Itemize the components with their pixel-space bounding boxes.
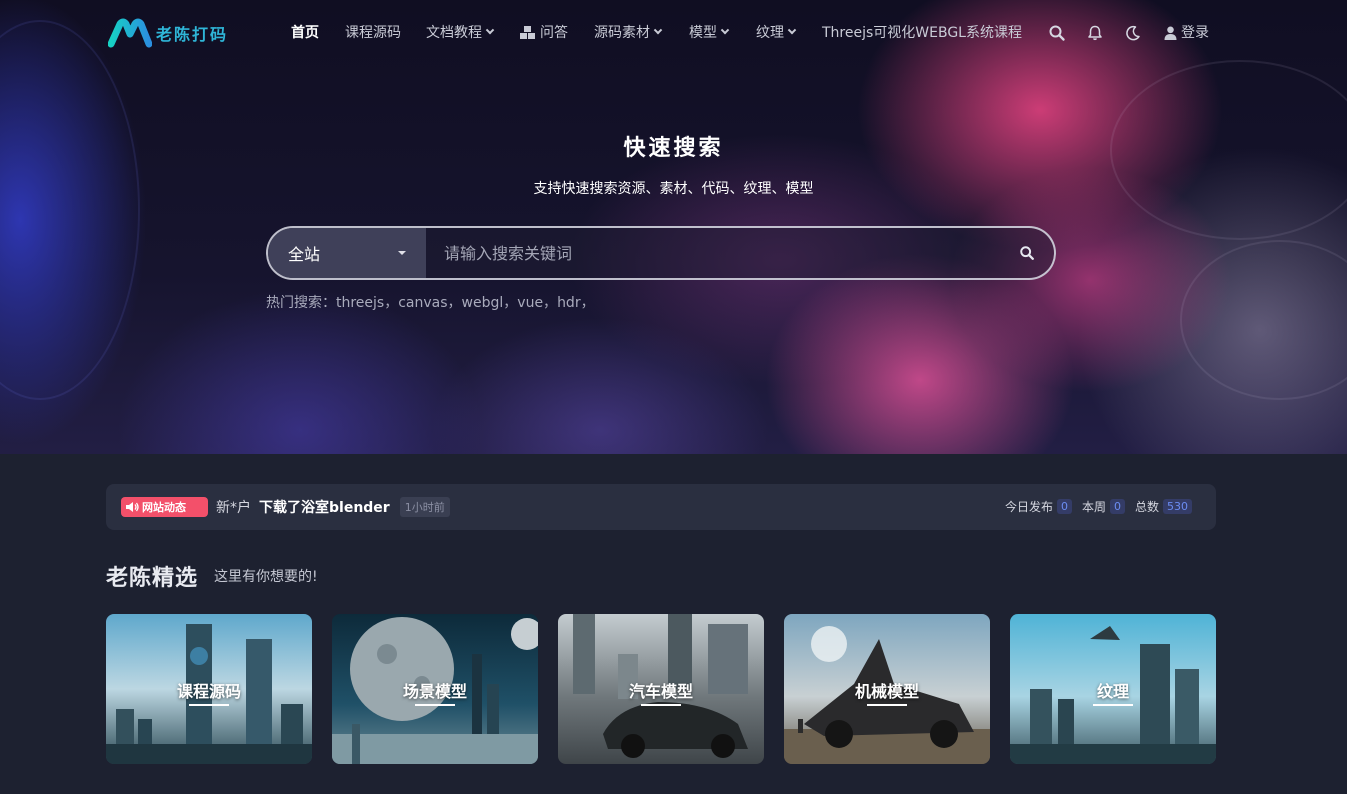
activity-user: 新*户 xyxy=(216,500,251,516)
category-card-scene-models[interactable]: 场景模型 xyxy=(332,614,538,764)
nav-docs[interactable]: 文档教程 xyxy=(426,22,495,44)
logo-mark-icon xyxy=(108,18,152,48)
user-icon xyxy=(1164,26,1177,40)
nav-source-assets[interactable]: 源码素材 xyxy=(594,22,663,44)
search-scope-select[interactable]: 全站 xyxy=(268,228,426,278)
nav-threejs-course[interactable]: Threejs可视化WEBGL系统课程 xyxy=(822,22,1022,44)
chevron-down-icon xyxy=(485,25,495,35)
hot-term-link[interactable]: webgl， xyxy=(462,292,518,312)
smoke-swirl xyxy=(0,20,140,400)
section-subtitle: 这里有你想要的! xyxy=(214,569,318,585)
post-stats: 今日发布 0 本周 0 总数 530 xyxy=(1005,498,1192,515)
search-icon[interactable] xyxy=(1048,24,1066,42)
card-label: 汽车模型 xyxy=(628,682,693,701)
search-icon xyxy=(1020,246,1034,260)
chevron-down-icon xyxy=(720,25,730,35)
nav-label: 文档教程 xyxy=(426,25,482,41)
hot-term-link[interactable]: threejs， xyxy=(336,292,398,312)
hot-search: 热门搜索： threejs， canvas， webgl， vue， hdr， xyxy=(266,292,595,312)
search-scope-value: 全站 xyxy=(288,245,321,264)
nav-home[interactable]: 首页 xyxy=(291,22,319,44)
activity-badge-label: 网站动态 xyxy=(142,501,186,514)
card-label: 纹理 xyxy=(1096,682,1129,701)
stat-value: 530 xyxy=(1163,499,1192,514)
nav-label: 首页 xyxy=(291,25,319,41)
category-card-textures[interactable]: 纹理 xyxy=(1010,614,1216,764)
hero-banner: 老陈打码 首页 课程源码 文档教程 问答 源码素材 模型 纹理 Threejs可… xyxy=(0,0,1347,454)
stat-value: 0 xyxy=(1056,499,1072,514)
nav-label: 问答 xyxy=(540,25,568,41)
card-underline xyxy=(641,704,681,706)
stat-label: 总数 xyxy=(1134,500,1159,514)
card-underline xyxy=(189,704,229,706)
moon-icon[interactable] xyxy=(1124,24,1142,42)
site-logo[interactable]: 老陈打码 xyxy=(108,18,228,48)
login-label: 登录 xyxy=(1181,25,1209,41)
hot-term-link[interactable]: canvas， xyxy=(398,292,461,312)
site-activity-ticker: 网站动态 新*户 下载了浴室blender 1小时前 今日发布 0 本周 0 总… xyxy=(106,484,1216,530)
nav-models[interactable]: 模型 xyxy=(689,22,730,44)
card-label: 课程源码 xyxy=(176,682,241,701)
chevron-down-icon xyxy=(653,25,663,35)
card-label: 场景模型 xyxy=(402,682,467,701)
stat-label: 本周 xyxy=(1081,500,1106,514)
nav-qa[interactable]: 问答 xyxy=(520,22,568,44)
card-underline xyxy=(1093,704,1133,706)
hot-term-link[interactable]: hdr， xyxy=(557,292,595,312)
speaker-icon xyxy=(126,502,139,512)
hot-term-link[interactable]: vue， xyxy=(517,292,557,312)
top-navbar: 老陈打码 首页 课程源码 文档教程 问答 源码素材 模型 纹理 Threejs可… xyxy=(0,0,1347,66)
hero-title: 快速搜索 xyxy=(623,136,724,161)
nav-label: Threejs可视化WEBGL系统课程 xyxy=(822,25,1022,41)
nav-label: 课程源码 xyxy=(345,25,401,41)
category-card-car-models[interactable]: 汽车模型 xyxy=(558,614,764,764)
activity-message[interactable]: 下载了浴室blender xyxy=(259,497,390,517)
cubes-icon xyxy=(520,26,535,39)
nav-course-source[interactable]: 课程源码 xyxy=(345,22,401,44)
card-underline xyxy=(415,704,455,706)
login-link[interactable]: 登录 xyxy=(1164,22,1209,44)
card-label: 机械模型 xyxy=(854,682,919,701)
nav-label: 模型 xyxy=(689,25,717,41)
nav-label: 纹理 xyxy=(756,25,784,41)
nav-label: 源码素材 xyxy=(594,25,650,41)
stat-label: 今日发布 xyxy=(1004,500,1053,514)
hot-search-label: 热门搜索： xyxy=(266,295,336,311)
search-bar: 全站 xyxy=(266,226,1056,280)
search-button[interactable] xyxy=(1000,228,1054,278)
category-card-course-source[interactable]: 课程源码 xyxy=(106,614,312,764)
activity-badge: 网站动态 xyxy=(121,497,208,517)
activity-time: 1小时前 xyxy=(399,497,450,517)
bell-icon[interactable] xyxy=(1086,24,1104,42)
card-underline xyxy=(867,704,907,706)
category-card-mechanical-models[interactable]: 机械模型 xyxy=(784,614,990,764)
section-title: 老陈精选 xyxy=(106,566,199,591)
caret-down-icon xyxy=(398,251,406,255)
logo-text: 老陈打码 xyxy=(156,25,229,44)
nav-textures[interactable]: 纹理 xyxy=(756,22,797,44)
smoke-swirl xyxy=(1180,240,1347,400)
search-input[interactable] xyxy=(426,228,1000,278)
chevron-down-icon xyxy=(787,25,797,35)
stat-value: 0 xyxy=(1109,499,1125,514)
hero-subtitle: 支持快速搜索资源、素材、代码、纹理、模型 xyxy=(533,181,814,197)
